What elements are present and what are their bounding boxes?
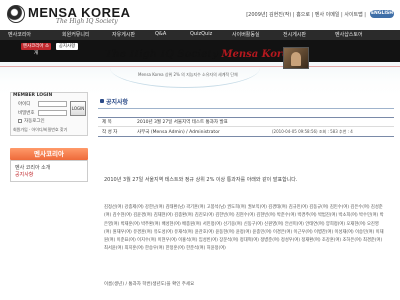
post-intro: 2010년 3월 27일 서울지역 테스트와 정규 상위 2% 이상 통과자를 … <box>104 177 298 183</box>
mensa-logo-icon[interactable] <box>7 5 25 23</box>
heading-bullet-icon <box>100 99 104 103</box>
mensa-cafe-button[interactable]: 멘사코리아 <box>10 148 88 160</box>
side-menu-item-notice[interactable]: 공지사항 <box>15 171 33 178</box>
hero-banner <box>0 62 400 95</box>
member-login-title: MEMBER LOGIN <box>13 93 53 98</box>
banner-title: The High IQ Society Mensa Korea <box>0 49 400 60</box>
post-author-value: 사무국 (Mensa Admin) / Administrator <box>137 130 220 135</box>
nav-item-quiz[interactable]: QuizQuiz <box>190 31 212 37</box>
join-links[interactable]: 회원가입 · 아이디/비밀번호 찾기 <box>13 127 67 133</box>
nav-item-cyber[interactable]: 사이버활동실 <box>232 31 260 38</box>
nav-item-qna[interactable]: Q&A <box>155 31 166 37</box>
top-links[interactable]: [2009년] 김현진(작) | 홈으로 | 멘사 이메일 | 사이트맵 | <box>246 11 366 18</box>
post-meta: (2010-04-05 09:58:56) 조회 : 583 추천 : 4 <box>272 129 353 134</box>
post-body-names: 김정선(여) 강종제(여) 강한난(여) 김태환(남) 곽기훈(여) 고봉석(남… <box>104 205 384 252</box>
post-footer-note: 이름(생년) / 통과자 학번(생년도)을 확인 주세요 <box>104 282 195 287</box>
login-button[interactable]: LOGIN <box>70 101 86 116</box>
id-input[interactable] <box>38 101 67 107</box>
nav-item-community[interactable]: 회원커뮤니티 <box>62 31 90 38</box>
post-title-value: 2010년 3월 27일 서울지역 테스트 통과자 발표 <box>137 120 228 125</box>
side-menu-item-about[interactable]: 멘사 코리아 소개 <box>15 164 50 171</box>
english-button[interactable]: ENGLISH <box>370 10 394 18</box>
banner-caption: Mensa Korea 상위 2% 의 지능지수 소유자의 세계적 단체 <box>138 72 238 77</box>
post-author-label: 작 성 자 <box>102 130 118 135</box>
nav-item-gallery[interactable]: 전시게시판 <box>283 31 306 38</box>
nav-item-board[interactable]: 자유게시판 <box>112 31 135 38</box>
autologin-label: 자동로그인 <box>24 119 45 124</box>
person-photo-icon <box>291 52 301 66</box>
id-label: 아이디 <box>18 102 31 107</box>
page-title: 공지사항 <box>106 99 129 106</box>
banner-photo <box>283 47 309 69</box>
post-title-label: 제 목 <box>102 120 112 125</box>
password-input[interactable] <box>38 110 67 116</box>
autologin-checkbox[interactable] <box>18 119 22 123</box>
nav-item-mensakorea[interactable]: 멘사코리아 <box>8 31 31 38</box>
password-label: 비밀번호 <box>18 111 35 116</box>
heading-divider <box>98 108 394 109</box>
logo-subtitle: The High IQ Society <box>56 18 118 25</box>
post-table-divider <box>98 126 394 127</box>
nav-item-shop[interactable]: 멘사샵스토어 <box>335 31 363 38</box>
main-nav: 멘사코리아 회원커뮤니티 자유게시판 Q&A QuizQuiz 사이버활동실 전… <box>0 30 400 40</box>
banner-title-main: The High IQ Society <box>104 49 218 60</box>
